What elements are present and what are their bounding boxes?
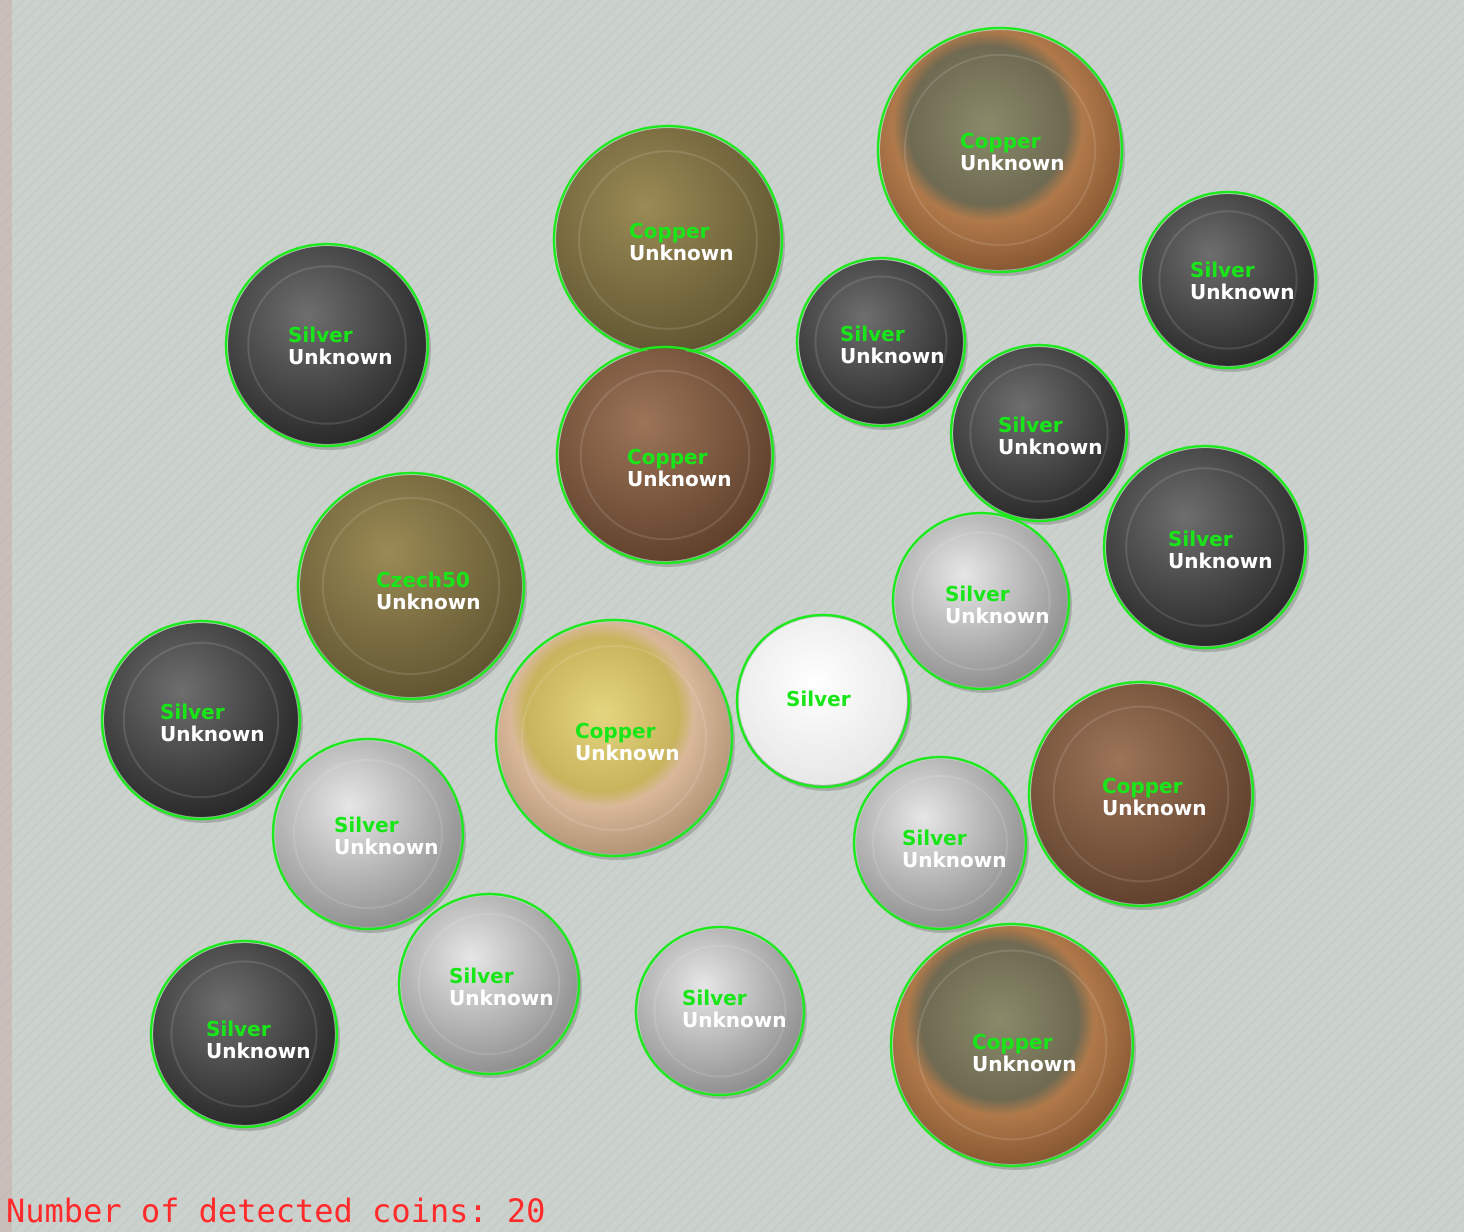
coin-type-label: Unknown <box>206 1039 310 1063</box>
coin-material-label: Silver <box>840 322 905 346</box>
coin-material-label: Silver <box>945 582 1010 606</box>
coin-type-label: Unknown <box>1190 280 1294 304</box>
coin-material-label: Silver <box>160 700 225 724</box>
coin-type-label: Unknown <box>449 986 553 1010</box>
coin-material-label: Silver <box>1168 527 1233 551</box>
coin-material-label: Copper <box>1102 774 1183 798</box>
coin-material-label: Silver <box>786 687 851 711</box>
coin-type-label: Unknown <box>998 435 1102 459</box>
coin-type-label: Unknown <box>1168 549 1272 573</box>
coin-type-label: Unknown <box>840 344 944 368</box>
coin-material-label: Silver <box>288 323 353 347</box>
coin-material-label: Copper <box>972 1030 1053 1054</box>
coin-material-label: Silver <box>1190 258 1255 282</box>
detected-coins-count: Number of detected coins: 20 <box>6 1192 545 1230</box>
coin-type-label: Unknown <box>1102 796 1206 820</box>
coin-type-label: Unknown <box>902 848 1006 872</box>
coin-type-label: Unknown <box>945 604 1049 628</box>
coin-material-label: Silver <box>682 986 747 1010</box>
coin-material-label: Silver <box>449 964 514 988</box>
coin-type-label: Unknown <box>682 1008 786 1032</box>
coin-material-label: Copper <box>629 219 710 243</box>
coin-material-label: Silver <box>998 413 1063 437</box>
coin-type-label: Unknown <box>575 741 679 765</box>
coin-detection-scene: CopperUnknownCopperUnknownSilverUnknownS… <box>0 0 1464 1232</box>
coin-type-label: Unknown <box>627 467 731 491</box>
coin-material-label: Copper <box>960 129 1041 153</box>
coin-material-label: Czech50 <box>376 568 470 592</box>
coin-material-label: Copper <box>627 445 708 469</box>
coin-type-label: Unknown <box>288 345 392 369</box>
coin-type-label: Unknown <box>376 590 480 614</box>
coin-type-label: Unknown <box>972 1052 1076 1076</box>
coin-material-label: Silver <box>334 813 399 837</box>
coin-type-label: Unknown <box>960 151 1064 175</box>
table-edge-strip <box>0 0 12 1232</box>
coin-material-label: Silver <box>206 1017 271 1041</box>
coin-material-label: Copper <box>575 719 656 743</box>
coin-material-label: Silver <box>902 826 967 850</box>
coin-type-label: Unknown <box>334 835 438 859</box>
coin-type-label: Unknown <box>629 241 733 265</box>
coin-type-label: Unknown <box>160 722 264 746</box>
